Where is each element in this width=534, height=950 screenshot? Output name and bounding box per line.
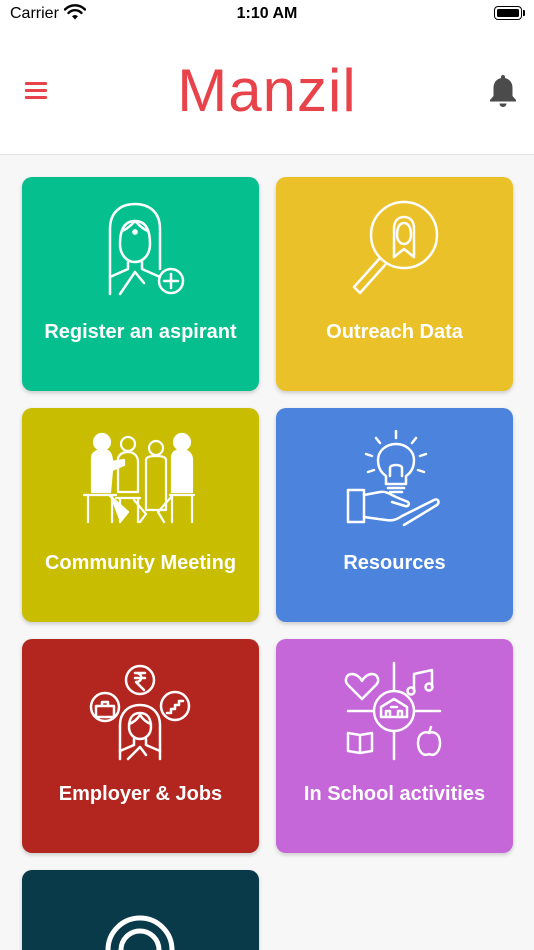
app-header: Manzil xyxy=(0,30,534,155)
tile-more[interactable] xyxy=(22,870,259,950)
hand-lightbulb-icon xyxy=(346,430,440,527)
school-activities-icon xyxy=(344,661,442,761)
status-bar: Carrier 1:10 AM xyxy=(0,0,534,30)
tile-in-school-activities[interactable]: In School activities xyxy=(276,639,513,853)
battery-tip xyxy=(523,10,525,16)
tile-community-meeting[interactable]: Community Meeting xyxy=(22,408,259,622)
tile-label: Community Meeting xyxy=(44,552,237,574)
people-meeting-icon xyxy=(82,432,196,524)
tile-label: Resources xyxy=(343,552,446,574)
tile-register-aspirant[interactable]: Register an aspirant xyxy=(22,177,259,391)
tile-employer-jobs[interactable]: Employer & Jobs xyxy=(22,639,259,853)
bell-icon[interactable] xyxy=(486,72,520,110)
magnifier-person-icon xyxy=(352,200,439,295)
app-screen: Carrier 1:10 AM Manzil Register an aspir… xyxy=(0,0,534,950)
woman-plus-icon xyxy=(108,202,185,296)
tile-label: Employer & Jobs xyxy=(58,783,223,805)
tile-outreach-data[interactable]: Outreach Data xyxy=(276,177,513,391)
status-time: 1:10 AM xyxy=(236,5,298,22)
tile-label: In School activities xyxy=(303,783,486,805)
tile-resources[interactable]: Resources xyxy=(276,408,513,622)
ring-icon xyxy=(105,915,175,950)
tile-label: Register an aspirant xyxy=(44,321,237,343)
tile-label: Outreach Data xyxy=(326,321,463,343)
app-title: Manzil xyxy=(177,57,357,124)
battery-icon xyxy=(494,6,522,20)
woman-jobs-icon xyxy=(89,664,191,761)
